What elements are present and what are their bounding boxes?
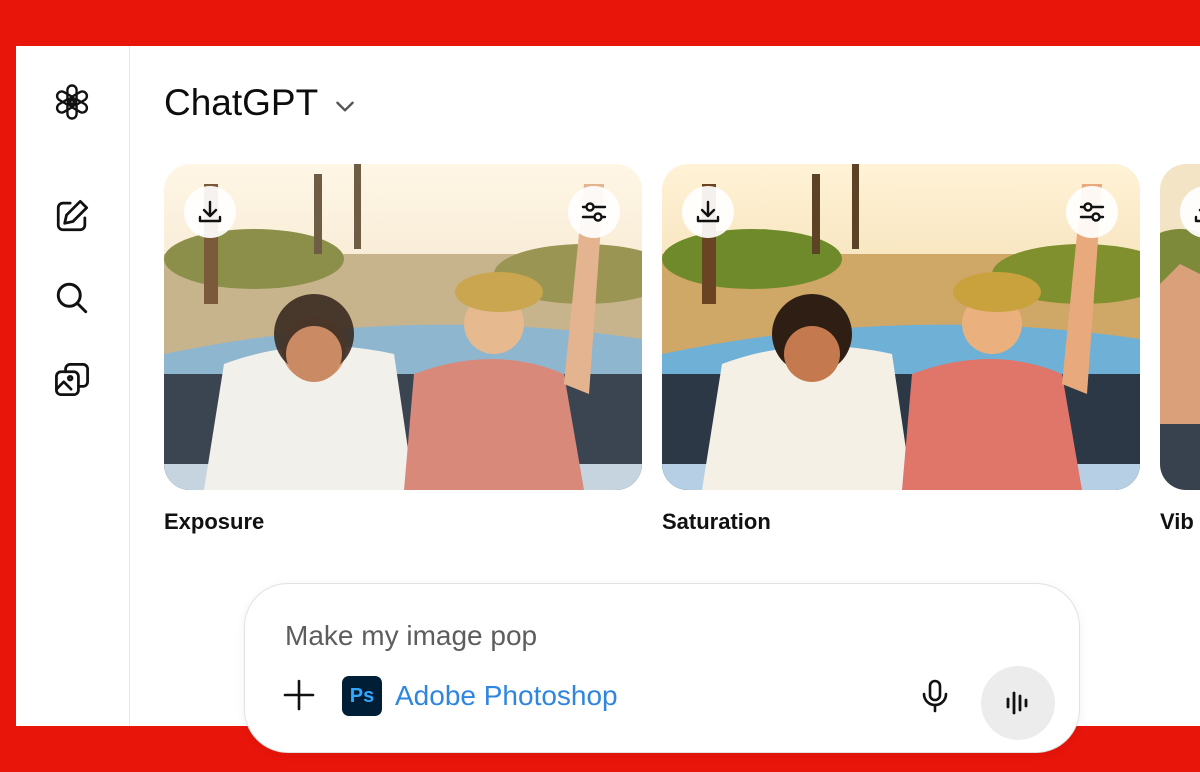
card-label: Exposure (164, 509, 265, 534)
download-icon (696, 200, 720, 223)
download-icon (198, 200, 222, 223)
waveform-icon (1006, 691, 1028, 715)
image-card[interactable] (1160, 164, 1200, 490)
page-title: ChatGPT (164, 82, 319, 123)
card-label: Vib (1160, 509, 1194, 534)
new-chat-icon[interactable] (48, 192, 96, 240)
image-card[interactable] (164, 164, 642, 490)
chevron-down-icon (336, 101, 354, 112)
download-icon (1194, 208, 1200, 223)
sliders-icon (1079, 202, 1105, 222)
microphone-icon[interactable] (917, 678, 953, 714)
plus-icon[interactable] (281, 677, 317, 713)
sidebar (16, 46, 130, 726)
search-icon[interactable] (48, 274, 96, 322)
photoshop-badge[interactable]: Ps (342, 676, 382, 716)
image-card[interactable] (662, 164, 1140, 490)
prompt-input[interactable] (285, 620, 885, 652)
sliders-icon (581, 202, 607, 222)
library-icon[interactable] (48, 356, 96, 404)
adjust-button[interactable] (568, 186, 620, 238)
download-button[interactable] (682, 186, 734, 238)
openai-logo-icon[interactable] (48, 78, 96, 126)
app-connector-label[interactable]: Adobe Photoshop (395, 680, 618, 712)
voice-mode-button[interactable] (981, 666, 1055, 740)
download-button[interactable] (184, 186, 236, 238)
composer: Ps Adobe Photoshop (244, 583, 1080, 753)
model-selector[interactable]: ChatGPT (164, 82, 358, 124)
card-label: Saturation (662, 509, 771, 534)
adjust-button[interactable] (1066, 186, 1118, 238)
